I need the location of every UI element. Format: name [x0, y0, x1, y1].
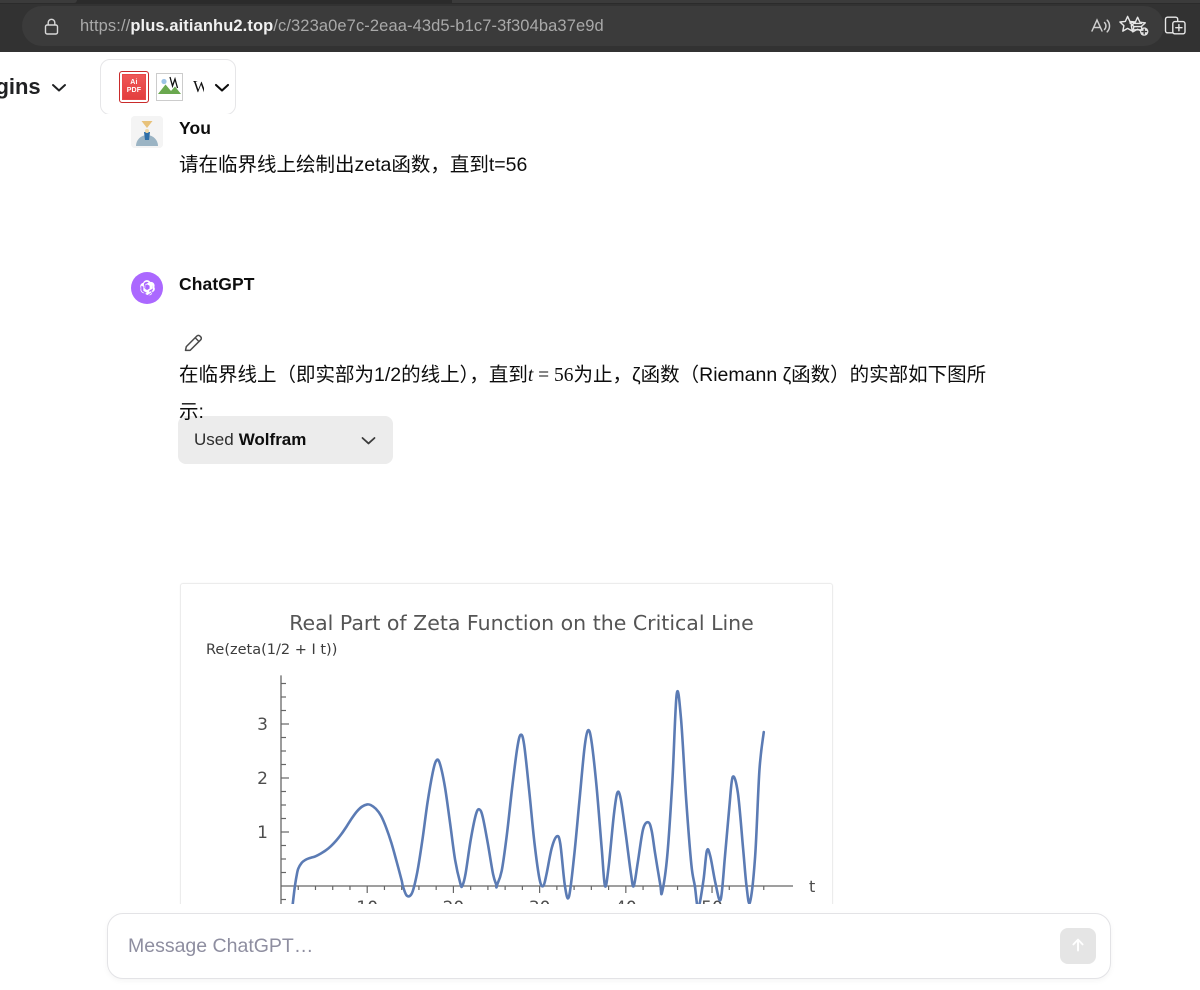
active-plugins-pill[interactable]: Ai PDF W [100, 59, 236, 115]
response-text-part2: 为止，ζ函数（Riemann ζ函数）的实部如下图所 [573, 364, 987, 386]
broken-image-alt-text: W [193, 77, 204, 96]
plugins-selector[interactable]: ugins [0, 74, 68, 100]
browser-toolbar-actions [1114, 6, 1192, 46]
ai-pdf-icon-line1: Ai [130, 79, 138, 86]
svg-text:2: 2 [257, 769, 268, 789]
svg-text:Re(zeta(1/2 + I t)): Re(zeta(1/2 + I t)) [206, 642, 337, 658]
tab-strip [0, 0, 1200, 4]
svg-text:10: 10 [356, 898, 378, 904]
assistant-response-text: 在临界线上（即实部为1/2的线上），直到t = 56为止，ζ函数（Riemann… [179, 357, 1099, 431]
response-latex-value: 56 [554, 365, 574, 386]
message-text: 请在临界线上绘制出zeta函数，直到t=56 [179, 154, 528, 176]
user-avatar [131, 116, 163, 148]
pencil-icon[interactable] [178, 328, 208, 358]
address-bar[interactable]: https://plus.aitianhu2.top/c/323a0e7c-2e… [22, 6, 1164, 46]
search-input[interactable] [108, 914, 1060, 978]
message-author: ChatGPT [179, 274, 255, 294]
svg-text:30: 30 [529, 898, 551, 904]
ai-pdf-plugin-icon: Ai PDF [119, 71, 149, 103]
zeta-chart: Real Part of Zeta Function on the Critic… [206, 611, 815, 904]
message-composer[interactable] [107, 913, 1111, 979]
browser-tab-other[interactable] [452, 0, 1200, 3]
lock-icon [38, 13, 64, 39]
broken-image-icon [156, 71, 190, 103]
ai-pdf-icon-line2: PDF [126, 87, 142, 94]
response-latex-equals: = [533, 365, 555, 386]
conversation-thread: You 请在临界线上绘制出zeta函数，直到t=56 ChatGPT Used … [0, 114, 1200, 904]
browser-chrome: https://plus.aitianhu2.top/c/323a0e7c-2e… [0, 0, 1200, 52]
url-path: /c/323a0e7c-2eaa-43d5-b1c7-3f304ba37e9d [273, 16, 604, 35]
message-author: You [179, 118, 212, 138]
response-text-part3: 示: [179, 401, 204, 423]
chevron-down-icon[interactable] [213, 81, 231, 93]
send-button[interactable] [1060, 928, 1096, 964]
svg-text:t: t [809, 877, 815, 896]
read-aloud-icon[interactable] [1084, 10, 1118, 42]
browser-tab-active[interactable] [0, 0, 77, 3]
plugins-bar: ugins Ai PDF W [0, 52, 1200, 122]
chevron-down-icon [50, 81, 68, 93]
svg-text:3: 3 [257, 715, 268, 735]
url-host: plus.aitianhu2.top [130, 16, 274, 35]
svg-text:1: 1 [257, 823, 268, 843]
favorites-icon[interactable] [1114, 9, 1148, 43]
url-prefix: https:// [80, 16, 131, 35]
used-plugin-prefix: Used [194, 430, 234, 449]
chevron-down-icon [360, 435, 377, 446]
svg-text:Real Part of Zeta Function on: Real Part of Zeta Function on the Critic… [289, 611, 754, 635]
url-text: https://plus.aitianhu2.top/c/323a0e7c-2e… [80, 17, 604, 36]
chart-card: Real Part of Zeta Function on the Critic… [180, 583, 833, 904]
arrow-up-icon [1069, 936, 1087, 957]
used-plugin-name: Wolfram [238, 430, 307, 449]
openai-logo-icon [131, 272, 163, 304]
response-text-part1: 在临界线上（即实部为1/2的线上），直到 [179, 364, 528, 386]
plugins-label-text: ugins [0, 74, 41, 99]
svg-text:20: 20 [443, 898, 465, 904]
collections-icon[interactable] [1158, 9, 1192, 43]
svg-text:40: 40 [615, 898, 637, 904]
